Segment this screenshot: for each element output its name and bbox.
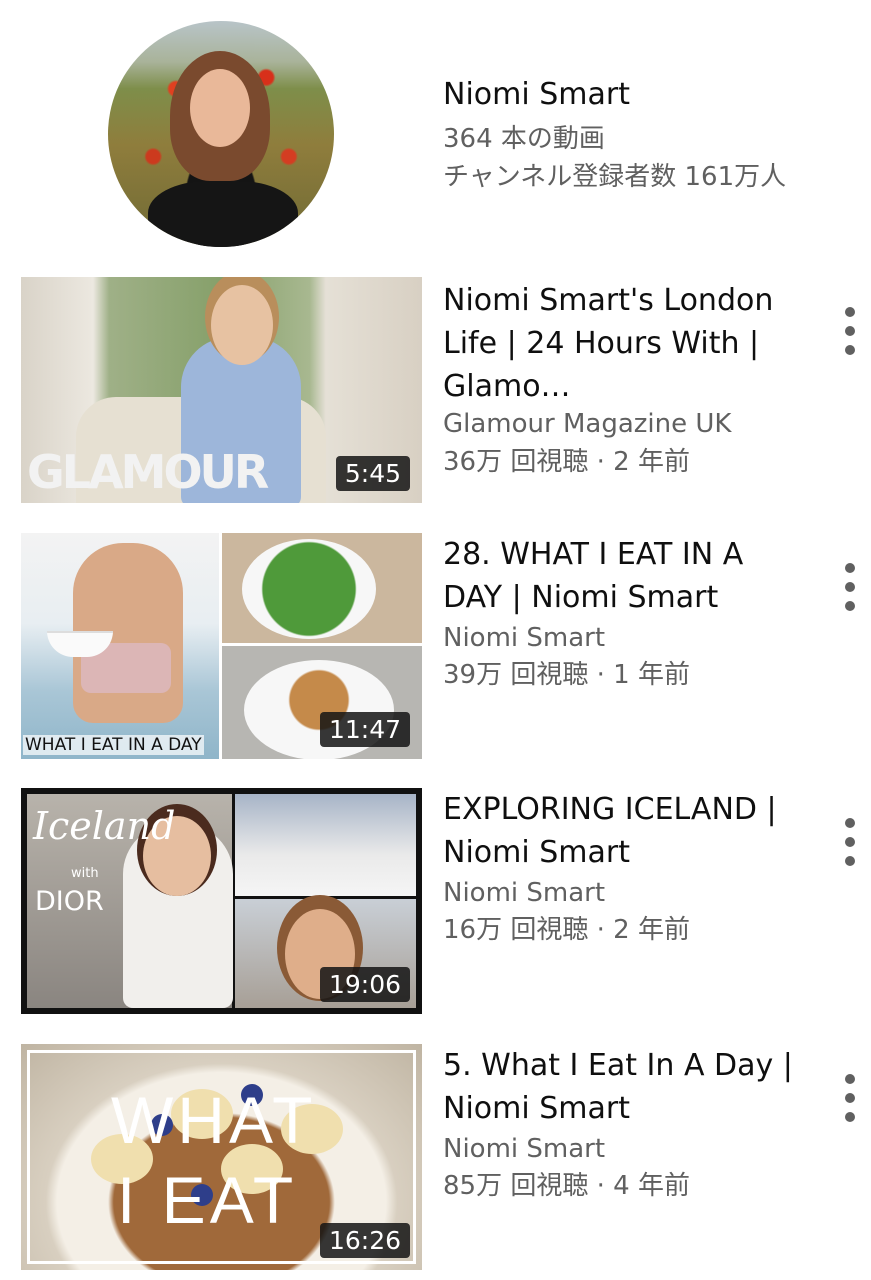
subscriber-count: チャンネル登録者数 161万人 xyxy=(443,162,787,192)
more-vert-icon[interactable] xyxy=(838,307,862,355)
video-item[interactable]: GLAMOUR 5:45 Niomi Smart's London Life |… xyxy=(0,277,871,512)
video-thumbnail[interactable]: WHAT I EAT IN A DAY 11:47 xyxy=(21,533,422,759)
more-vert-icon[interactable] xyxy=(838,818,862,866)
thumbnail-caption: WHAT I EAT IN A DAY xyxy=(23,735,204,755)
thumbnail-text-line-1: WHAT xyxy=(111,1083,317,1157)
video-title[interactable]: EXPLORING ICELAND | Niomi Smart xyxy=(443,788,793,874)
video-title[interactable]: 28. WHAT I EAT IN A DAY | Niomi Smart xyxy=(443,533,793,619)
video-channel: Niomi Smart xyxy=(443,623,606,653)
video-stats: 85万 回視聴 · 4 年前 xyxy=(443,1171,690,1201)
video-stats: 39万 回視聴 · 1 年前 xyxy=(443,660,690,690)
thumbnail-text-line-2: I EAT xyxy=(117,1163,298,1237)
video-stats: 36万 回視聴 · 2 年前 xyxy=(443,447,690,477)
glamour-logo: GLAMOUR xyxy=(27,445,269,499)
video-stats: 16万 回視聴 · 2 年前 xyxy=(443,915,690,945)
video-thumbnail[interactable]: Iceland with DIOR 19:06 xyxy=(21,788,422,1014)
thumbnail-smoothie-panel xyxy=(222,533,422,643)
video-thumbnail[interactable]: WHAT I EAT 16:26 xyxy=(21,1044,422,1270)
video-title[interactable]: 5. What I Eat In A Day | Niomi Smart xyxy=(443,1044,793,1130)
with-text: with xyxy=(71,866,99,881)
video-item[interactable]: Iceland with DIOR 19:06 EXPLORING ICELAN… xyxy=(0,788,871,1023)
channel-avatar[interactable] xyxy=(108,21,334,247)
thumbnail-group-panel xyxy=(235,794,416,896)
channel-stats: 364 本の動画 チャンネル登録者数 161万人 xyxy=(443,120,786,196)
dior-text: DIOR xyxy=(35,886,104,917)
channel-name[interactable]: Niomi Smart xyxy=(443,77,630,112)
thumbnail-left-panel xyxy=(21,533,219,759)
video-duration: 16:26 xyxy=(319,1223,410,1258)
video-channel: Niomi Smart xyxy=(443,878,606,908)
video-channel: Niomi Smart xyxy=(443,1134,606,1164)
avatar-face xyxy=(190,69,250,147)
video-item[interactable]: WHAT I EAT 16:26 5. What I Eat In A Day … xyxy=(0,1044,871,1279)
video-item[interactable]: WHAT I EAT IN A DAY 11:47 28. WHAT I EAT… xyxy=(0,533,871,768)
more-vert-icon[interactable] xyxy=(838,563,862,611)
video-duration: 11:47 xyxy=(319,712,410,747)
video-duration: 19:06 xyxy=(319,967,410,1002)
thumbnail-head xyxy=(211,285,273,365)
video-count: 364 本の動画 xyxy=(443,124,605,154)
smoothie-bowl xyxy=(242,539,376,639)
video-channel: Glamour Magazine UK xyxy=(443,409,732,439)
iceland-text: Iceland xyxy=(33,804,176,848)
more-vert-icon[interactable] xyxy=(838,1074,862,1122)
video-title[interactable]: Niomi Smart's London Life | 24 Hours Wit… xyxy=(443,279,793,408)
video-thumbnail[interactable]: GLAMOUR 5:45 xyxy=(21,277,422,503)
video-duration: 5:45 xyxy=(335,456,410,491)
thumbnail-left-panel: Iceland with DIOR xyxy=(27,794,233,1008)
avatar-dress xyxy=(148,181,298,247)
channel-header[interactable]: Niomi Smart 364 本の動画 チャンネル登録者数 161万人 xyxy=(0,0,871,262)
